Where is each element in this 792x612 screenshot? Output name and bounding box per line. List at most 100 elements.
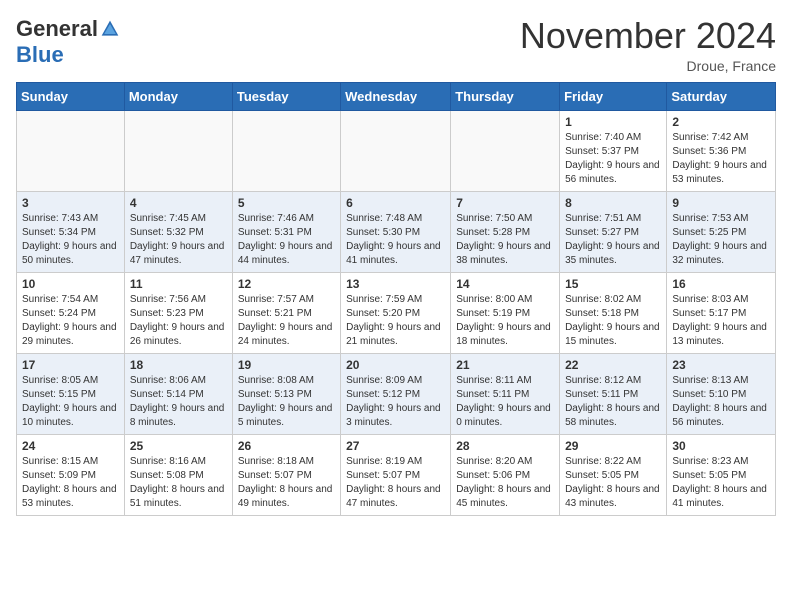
day-number: 20 (346, 358, 445, 372)
calendar-cell: 23 Sunrise: 8:13 AM Sunset: 5:10 PM Dayli… (667, 353, 776, 434)
day-info: Sunrise: 7:42 AM Sunset: 5:36 PM Dayligh… (672, 131, 770, 187)
day-number: 17 (22, 358, 119, 372)
calendar-week-5: 24 Sunrise: 8:15 AM Sunset: 5:09 PM Dayli… (17, 434, 776, 515)
day-number: 13 (346, 277, 445, 291)
day-number: 25 (130, 439, 227, 453)
day-number: 14 (456, 277, 554, 291)
day-info: Sunrise: 8:18 AM Sunset: 5:07 PM Dayligh… (238, 455, 335, 511)
day-info: Sunrise: 8:13 AM Sunset: 5:10 PM Dayligh… (672, 374, 770, 430)
day-number: 16 (672, 277, 770, 291)
calendar-week-2: 3Sunrise: 7:43 AM Sunset: 5:34 PM Daylig… (17, 191, 776, 272)
calendar-cell: 26Sunrise: 8:18 AM Sunset: 5:07 PM Dayli… (232, 434, 340, 515)
day-number: 29 (565, 439, 661, 453)
day-number: 21 (456, 358, 554, 372)
day-number: 23 (672, 358, 770, 372)
calendar-cell: 3Sunrise: 7:43 AM Sunset: 5:34 PM Daylig… (17, 191, 125, 272)
day-info: Sunrise: 8:09 AM Sunset: 5:12 PM Dayligh… (346, 374, 445, 430)
day-info: Sunrise: 8:03 AM Sunset: 5:17 PM Dayligh… (672, 293, 770, 349)
title-block: November 2024 Droue, France (520, 16, 776, 74)
calendar-cell: 20 Sunrise: 8:09 AM Sunset: 5:12 PM Dayli… (341, 353, 451, 434)
day-info: Sunrise: 8:08 AM Sunset: 5:13 PM Dayligh… (238, 374, 335, 430)
day-info: Sunrise: 7:48 AM Sunset: 5:30 PM Dayligh… (346, 212, 445, 268)
day-info: Sunrise: 8:23 AM Sunset: 5:05 PM Dayligh… (672, 455, 770, 511)
day-number: 7 (456, 196, 554, 210)
calendar-cell: 19 Sunrise: 8:08 AM Sunset: 5:13 PM Dayli… (232, 353, 340, 434)
day-number: 8 (565, 196, 661, 210)
calendar-cell: 17 Sunrise: 8:05 AM Sunset: 5:15 PM Dayli… (17, 353, 125, 434)
calendar-cell: 11Sunrise: 7:56 AM Sunset: 5:23 PM Dayli… (124, 272, 232, 353)
calendar-cell: 1Sunrise: 7:40 AM Sunset: 5:37 PM Daylig… (560, 110, 667, 191)
calendar-cell: 7 Sunrise: 7:50 AM Sunset: 5:28 PM Daylig… (451, 191, 560, 272)
day-info: Sunrise: 8:06 AM Sunset: 5:14 PM Dayligh… (130, 374, 227, 430)
calendar-cell: 10 Sunrise: 7:54 AM Sunset: 5:24 PM Dayli… (17, 272, 125, 353)
calendar-cell: 8 Sunrise: 7:51 AM Sunset: 5:27 PM Daylig… (560, 191, 667, 272)
calendar-cell: 5 Sunrise: 7:46 AM Sunset: 5:31 PM Daylig… (232, 191, 340, 272)
calendar-cell: 9Sunrise: 7:53 AM Sunset: 5:25 PM Daylig… (667, 191, 776, 272)
calendar-cell: 30Sunrise: 8:23 AM Sunset: 5:05 PM Dayli… (667, 434, 776, 515)
calendar-cell: 6 Sunrise: 7:48 AM Sunset: 5:30 PM Daylig… (341, 191, 451, 272)
calendar-header-wednesday: Wednesday (341, 82, 451, 110)
calendar-cell: 12Sunrise: 7:57 AM Sunset: 5:21 PM Dayli… (232, 272, 340, 353)
day-info: Sunrise: 8:20 AM Sunset: 5:06 PM Dayligh… (456, 455, 554, 511)
day-info: Sunrise: 7:51 AM Sunset: 5:27 PM Dayligh… (565, 212, 661, 268)
calendar-cell (451, 110, 560, 191)
calendar-cell: 2 Sunrise: 7:42 AM Sunset: 5:36 PM Daylig… (667, 110, 776, 191)
day-info: Sunrise: 8:12 AM Sunset: 5:11 PM Dayligh… (565, 374, 661, 430)
day-number: 11 (130, 277, 227, 291)
day-info: Sunrise: 7:40 AM Sunset: 5:37 PM Dayligh… (565, 131, 661, 187)
calendar-cell: 4Sunrise: 7:45 AM Sunset: 5:32 PM Daylig… (124, 191, 232, 272)
calendar: SundayMondayTuesdayWednesdayThursdayFrid… (16, 82, 776, 516)
logo: General Blue (16, 16, 120, 68)
calendar-cell: 13 Sunrise: 7:59 AM Sunset: 5:20 PM Dayli… (341, 272, 451, 353)
calendar-header-friday: Friday (560, 82, 667, 110)
calendar-header-thursday: Thursday (451, 82, 560, 110)
calendar-header-tuesday: Tuesday (232, 82, 340, 110)
day-number: 18 (130, 358, 227, 372)
day-info: Sunrise: 8:22 AM Sunset: 5:05 PM Dayligh… (565, 455, 661, 511)
day-number: 15 (565, 277, 661, 291)
day-info: Sunrise: 7:54 AM Sunset: 5:24 PM Dayligh… (22, 293, 119, 349)
day-number: 12 (238, 277, 335, 291)
page: General Blue November 2024 Droue, France… (0, 0, 792, 526)
day-number: 24 (22, 439, 119, 453)
calendar-cell: 15Sunrise: 8:02 AM Sunset: 5:18 PM Dayli… (560, 272, 667, 353)
day-number: 2 (672, 115, 770, 129)
calendar-cell: 18 Sunrise: 8:06 AM Sunset: 5:14 PM Dayli… (124, 353, 232, 434)
calendar-week-1: 1Sunrise: 7:40 AM Sunset: 5:37 PM Daylig… (17, 110, 776, 191)
calendar-cell: 28Sunrise: 8:20 AM Sunset: 5:06 PM Dayli… (451, 434, 560, 515)
day-number: 6 (346, 196, 445, 210)
month-title: November 2024 (520, 16, 776, 56)
location: Droue, France (520, 58, 776, 74)
day-number: 19 (238, 358, 335, 372)
day-number: 10 (22, 277, 119, 291)
day-info: Sunrise: 7:46 AM Sunset: 5:31 PM Dayligh… (238, 212, 335, 268)
logo-general-text: General (16, 16, 98, 42)
calendar-cell (341, 110, 451, 191)
calendar-cell: 25 Sunrise: 8:16 AM Sunset: 5:08 PM Dayli… (124, 434, 232, 515)
day-number: 4 (130, 196, 227, 210)
calendar-week-3: 10 Sunrise: 7:54 AM Sunset: 5:24 PM Dayli… (17, 272, 776, 353)
day-number: 22 (565, 358, 661, 372)
calendar-header-saturday: Saturday (667, 82, 776, 110)
logo-icon (100, 19, 120, 39)
calendar-cell: 24 Sunrise: 8:15 AM Sunset: 5:09 PM Dayli… (17, 434, 125, 515)
calendar-cell (232, 110, 340, 191)
calendar-cell: 29 Sunrise: 8:22 AM Sunset: 5:05 PM Dayli… (560, 434, 667, 515)
calendar-cell: 14 Sunrise: 8:00 AM Sunset: 5:19 PM Dayli… (451, 272, 560, 353)
logo-blue-text: Blue (16, 42, 64, 67)
calendar-cell (124, 110, 232, 191)
calendar-cell: 21Sunrise: 8:11 AM Sunset: 5:11 PM Dayli… (451, 353, 560, 434)
day-info: Sunrise: 8:16 AM Sunset: 5:08 PM Dayligh… (130, 455, 227, 511)
day-info: Sunrise: 8:15 AM Sunset: 5:09 PM Dayligh… (22, 455, 119, 511)
calendar-header-sunday: Sunday (17, 82, 125, 110)
day-info: Sunrise: 8:19 AM Sunset: 5:07 PM Dayligh… (346, 455, 445, 511)
day-info: Sunrise: 8:00 AM Sunset: 5:19 PM Dayligh… (456, 293, 554, 349)
day-number: 5 (238, 196, 335, 210)
day-info: Sunrise: 7:50 AM Sunset: 5:28 PM Dayligh… (456, 212, 554, 268)
calendar-cell: 16 Sunrise: 8:03 AM Sunset: 5:17 PM Dayli… (667, 272, 776, 353)
day-info: Sunrise: 8:05 AM Sunset: 5:15 PM Dayligh… (22, 374, 119, 430)
day-info: Sunrise: 7:59 AM Sunset: 5:20 PM Dayligh… (346, 293, 445, 349)
calendar-cell: 22 Sunrise: 8:12 AM Sunset: 5:11 PM Dayli… (560, 353, 667, 434)
calendar-week-4: 17 Sunrise: 8:05 AM Sunset: 5:15 PM Dayli… (17, 353, 776, 434)
day-info: Sunrise: 7:43 AM Sunset: 5:34 PM Dayligh… (22, 212, 119, 268)
